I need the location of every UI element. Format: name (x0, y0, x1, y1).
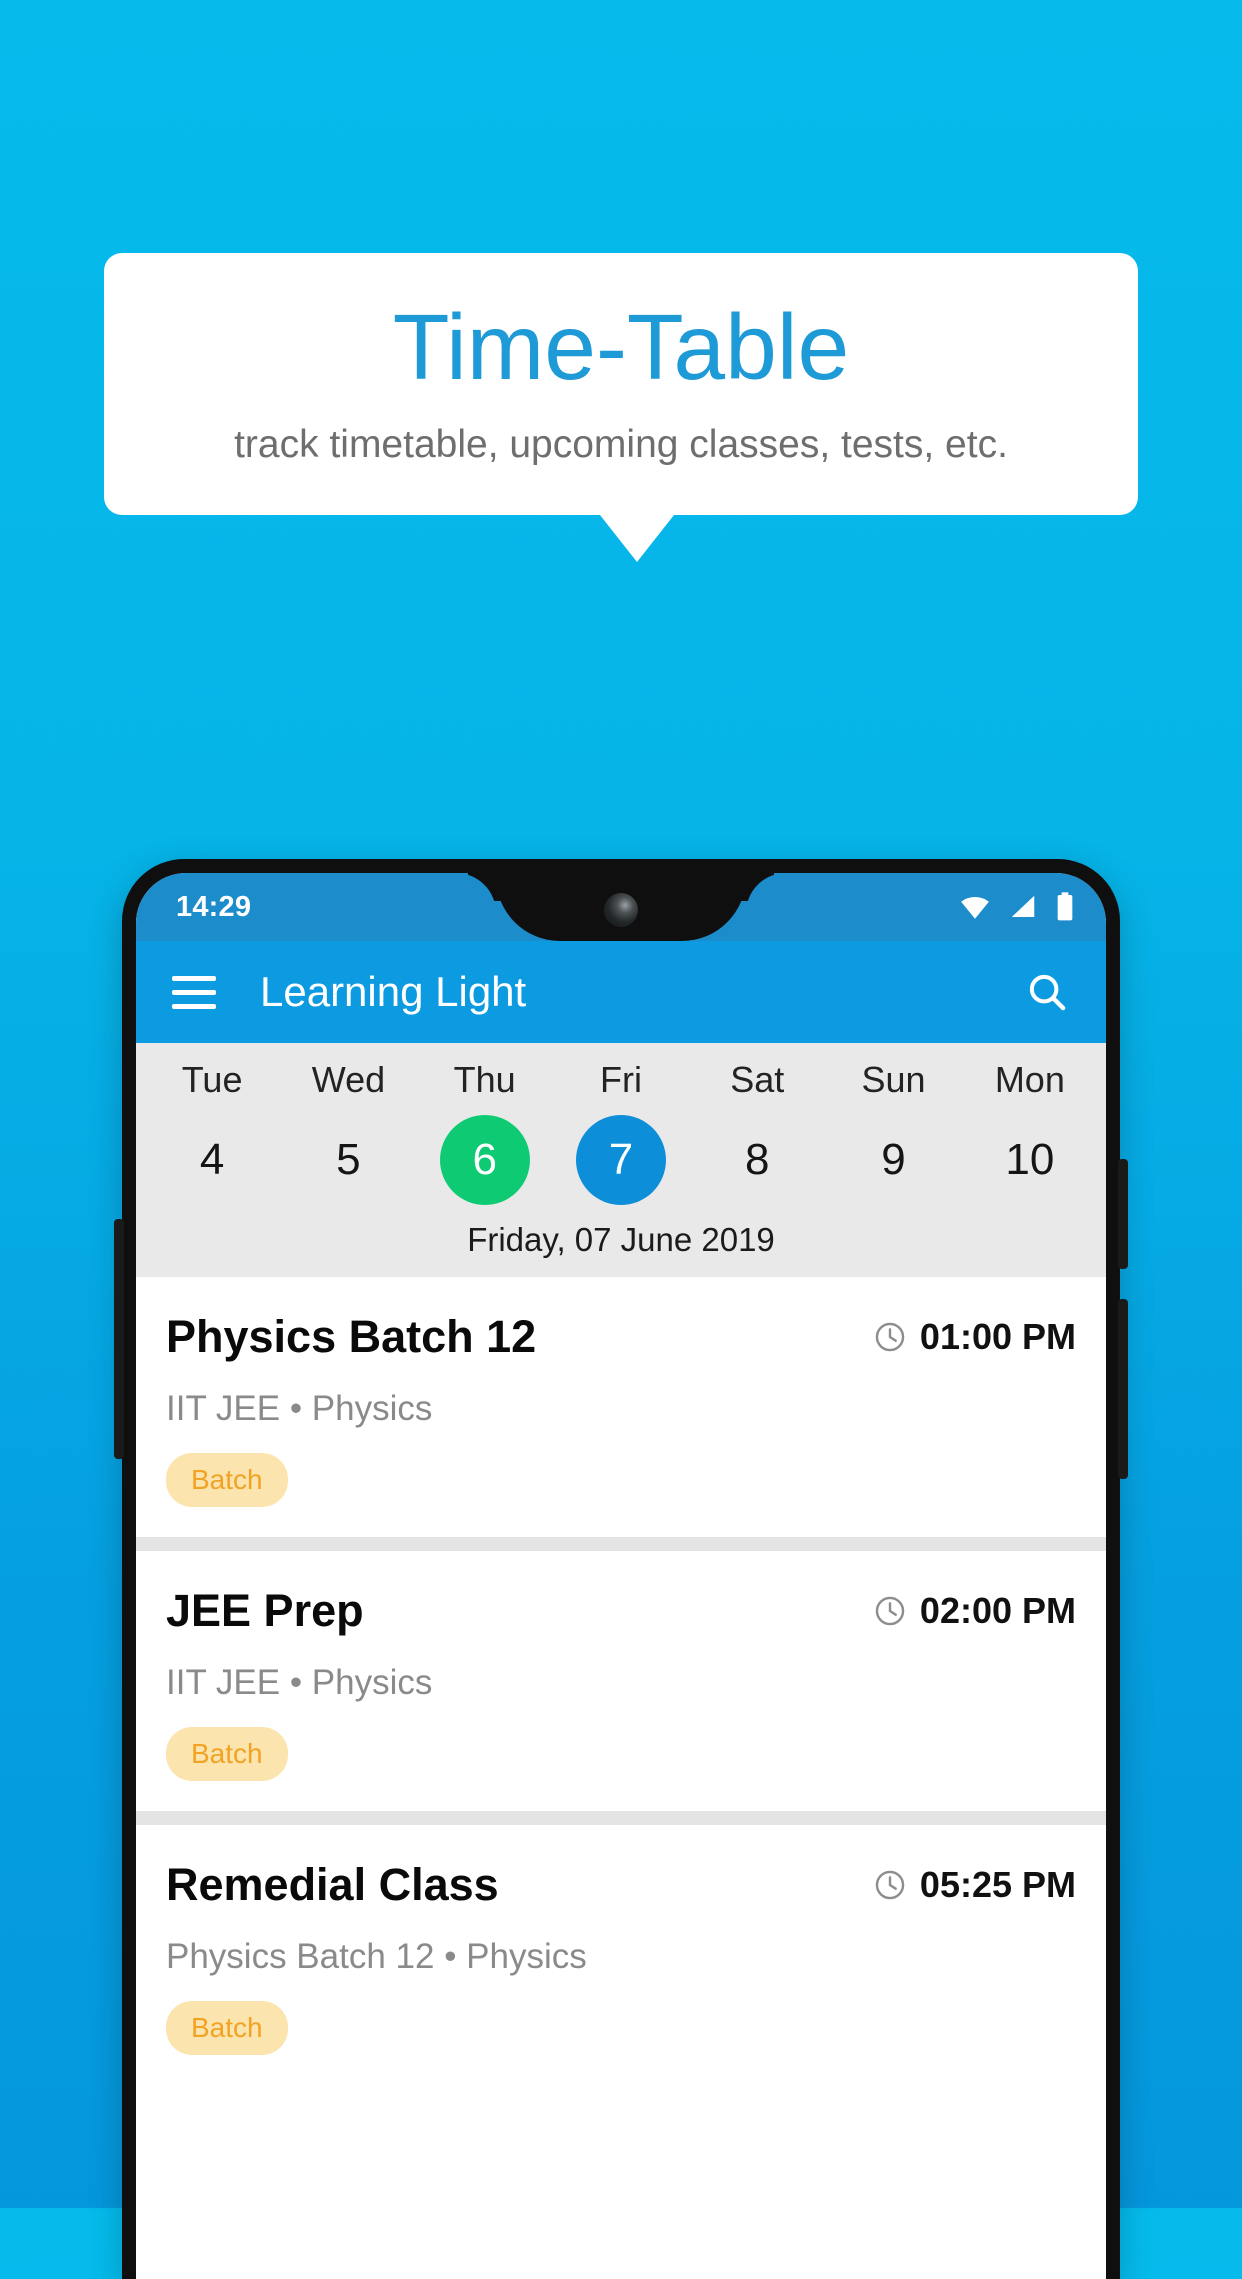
signal-icon (1011, 895, 1035, 917)
phone-mockup: 14:29 Learning Light Tue Wed Thu Fri Sat… (114, 859, 1128, 2279)
clock-icon (875, 1870, 905, 1900)
day-name-sun[interactable]: Sun (825, 1059, 961, 1101)
class-time: 01:00 PM (919, 1316, 1076, 1357)
status-badge: Batch (166, 1453, 288, 1507)
class-card-header: Remedial Class 05:25 PM (166, 1859, 1076, 1911)
selected-date-label: Friday, 07 June 2019 (467, 1221, 775, 1258)
clock-icon (875, 1322, 905, 1352)
status-bar-icons (958, 890, 1076, 924)
day-number-4: 4 (199, 1135, 225, 1184)
class-time-group: 02:00 PM (873, 1590, 1076, 1632)
promo-banner: Time-Table track timetable, upcoming cla… (104, 253, 1138, 562)
day-cell-5[interactable]: 5 (280, 1115, 416, 1205)
search-icon[interactable] (1024, 969, 1070, 1015)
promo-card: Time-Table track timetable, upcoming cla… (104, 253, 1138, 515)
class-title: Remedial Class (166, 1859, 499, 1910)
day-names-row: Tue Wed Thu Fri Sat Sun Mon (136, 1059, 1106, 1101)
day-name-thu[interactable]: Thu (417, 1059, 553, 1101)
day-cell-9[interactable]: 9 (825, 1115, 961, 1205)
clock-icon (875, 1596, 905, 1626)
day-numbers-row: 4 5 6 7 8 9 10 (136, 1115, 1106, 1205)
front-camera-icon (604, 893, 638, 927)
phone-side-button-right-upper (1118, 1159, 1128, 1269)
class-subtitle: IIT JEE • Physics (166, 1663, 433, 1702)
phone-side-button-left (114, 1219, 124, 1459)
day-name-sat[interactable]: Sat (689, 1059, 825, 1101)
day-cell-8[interactable]: 8 (689, 1115, 825, 1205)
class-subtitle: IIT JEE • Physics (166, 1389, 433, 1428)
day-cell-7-selected[interactable]: 7 (553, 1115, 689, 1205)
status-badge: Batch (166, 2001, 288, 2055)
day-name-fri[interactable]: Fri (553, 1059, 689, 1101)
list-item[interactable]: Physics Batch 12 01:00 PM IIT JEE • Phys… (136, 1277, 1106, 1537)
class-list: Physics Batch 12 01:00 PM IIT JEE • Phys… (136, 1277, 1106, 2085)
battery-icon (1057, 892, 1073, 921)
day-number-7: 7 (575, 1115, 666, 1205)
class-card-header: JEE Prep 02:00 PM (166, 1585, 1076, 1637)
class-title: Physics Batch 12 (166, 1311, 537, 1362)
promo-subtitle: track timetable, upcoming classes, tests… (234, 422, 1008, 466)
class-card-header: Physics Batch 12 01:00 PM (166, 1311, 1076, 1363)
app-title: Learning Light (260, 968, 527, 1015)
day-name-mon[interactable]: Mon (962, 1059, 1098, 1101)
app-bar: Learning Light (136, 941, 1106, 1043)
day-number-8: 8 (745, 1135, 770, 1184)
phone-side-button-right-lower (1118, 1299, 1128, 1479)
list-item[interactable]: JEE Prep 02:00 PM IIT JEE • Physics Batc… (136, 1551, 1106, 1811)
promo-bubble-tail (600, 514, 674, 562)
hamburger-menu-icon[interactable] (172, 967, 216, 1018)
day-name-tue[interactable]: Tue (144, 1059, 280, 1101)
day-number-9: 9 (881, 1135, 906, 1184)
day-number-10: 10 (1005, 1135, 1055, 1184)
day-cell-10[interactable]: 10 (962, 1115, 1098, 1205)
list-item[interactable]: Remedial Class 05:25 PM Physics Batch 12… (136, 1825, 1106, 2085)
class-time-group: 01:00 PM (873, 1316, 1076, 1358)
class-subtitle: Physics Batch 12 • Physics (166, 1937, 587, 1976)
day-strip: Tue Wed Thu Fri Sat Sun Mon 4 5 6 7 8 9 … (136, 1043, 1106, 1277)
class-time-group: 05:25 PM (873, 1864, 1076, 1906)
promo-title: Time-Table (392, 295, 850, 399)
day-number-6: 6 (439, 1115, 530, 1205)
class-time: 05:25 PM (919, 1864, 1076, 1905)
phone-screen: 14:29 Learning Light Tue Wed Thu Fri Sat… (136, 873, 1106, 2279)
class-time: 02:00 PM (919, 1590, 1076, 1631)
day-number-5: 5 (336, 1135, 361, 1184)
day-cell-6-today[interactable]: 6 (417, 1115, 553, 1205)
status-badge: Batch (166, 1727, 288, 1781)
wifi-icon (961, 896, 989, 919)
class-title: JEE Prep (166, 1585, 364, 1636)
day-cell-4[interactable]: 4 (144, 1115, 280, 1205)
status-bar-clock: 14:29 (176, 890, 252, 923)
day-name-wed[interactable]: Wed (280, 1059, 416, 1101)
